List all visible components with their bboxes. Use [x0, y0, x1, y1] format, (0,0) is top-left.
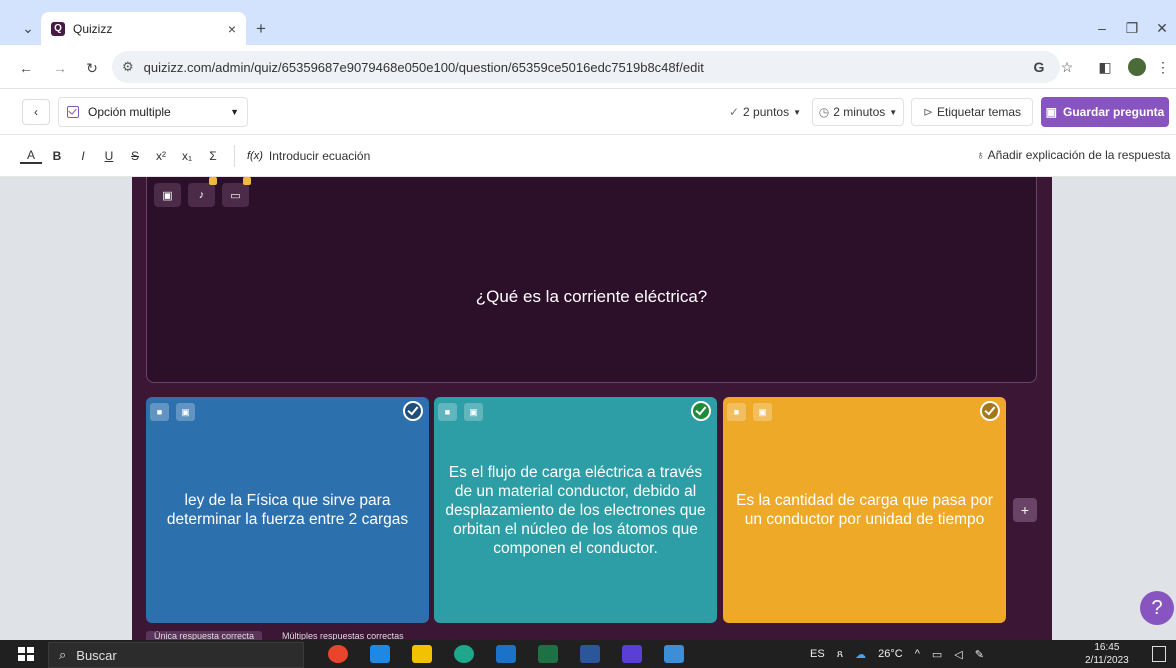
back-arrow-icon[interactable]: ← — [16, 58, 36, 78]
option-text[interactable]: Es la cantidad de carga que pasa por un … — [733, 397, 996, 623]
reload-icon[interactable]: ↻ — [82, 58, 102, 78]
chevron-down-icon: ▼ — [889, 107, 898, 117]
store-icon[interactable] — [370, 645, 390, 663]
add-option-button[interactable]: + — [1013, 498, 1037, 522]
question-text[interactable]: ¿Qué es la corriente eléctrica? — [146, 287, 1037, 307]
editor-back-button[interactable]: ‹ — [22, 99, 50, 125]
forward-arrow-icon[interactable]: → — [50, 58, 70, 78]
save-label: Guardar pregunta — [1062, 105, 1165, 119]
subscript-button[interactable]: x₁ — [176, 149, 198, 163]
excel-icon[interactable] — [538, 645, 558, 663]
option-text[interactable]: Es el flujo de carga eléctrica a través … — [444, 397, 707, 623]
taskbar-clock[interactable]: 16:45 2/11/2023 — [1085, 641, 1129, 667]
close-window-icon[interactable]: ✕ — [1152, 18, 1172, 38]
tab-search-icon[interactable]: ⌄ — [18, 18, 38, 38]
add-explanation-button[interactable]: ♁ Añadir explicación de la respuesta — [976, 148, 1170, 162]
weather-icon[interactable]: ☁ — [855, 648, 866, 661]
windows-start-icon[interactable] — [18, 647, 34, 661]
text-color-button[interactable]: A — [20, 148, 42, 164]
chrome-icon[interactable] — [328, 645, 348, 663]
notifications-icon[interactable] — [1152, 646, 1166, 662]
app-icon[interactable] — [622, 645, 642, 663]
function-icon: f(x) — [247, 149, 263, 162]
checkbox-icon — [67, 106, 79, 118]
image-upload-icon[interactable]: ▣ — [154, 183, 181, 207]
microphone-icon[interactable]: ♪ — [188, 183, 215, 207]
network-icon[interactable]: ▭ — [932, 648, 942, 661]
profile-avatar[interactable] — [1128, 58, 1146, 76]
file-explorer-icon[interactable] — [412, 645, 432, 663]
add-explanation-label: Añadir explicación de la respuesta — [987, 148, 1171, 162]
word-icon[interactable] — [580, 645, 600, 663]
underline-button[interactable]: U — [98, 149, 120, 163]
volume-icon[interactable]: ◁ — [954, 648, 962, 661]
question-type-label: Opción multiple — [88, 105, 171, 119]
tag-topics-label: Etiquetar temas — [937, 105, 1022, 119]
points-label: 2 puntos — [743, 105, 790, 119]
points-select[interactable]: ✓ 2 puntos ▼ — [724, 98, 806, 126]
tray-chevron-icon[interactable]: ^ — [915, 648, 920, 660]
search-placeholder: Buscar — [76, 647, 117, 663]
edge-icon[interactable] — [454, 645, 474, 663]
option-text[interactable]: ley de la Física que sirve para determin… — [156, 397, 419, 623]
search-icon: ⌕ — [59, 647, 67, 662]
pen-icon[interactable]: ✎ — [975, 648, 984, 661]
mail-icon[interactable] — [496, 645, 516, 663]
google-translate-icon[interactable]: G — [1030, 58, 1048, 76]
photos-icon[interactable] — [664, 645, 684, 663]
restore-icon[interactable]: ❐ — [1122, 18, 1142, 38]
superscript-button[interactable]: x² — [150, 149, 172, 163]
side-panel-icon[interactable]: ◧ — [1096, 58, 1114, 76]
browser-menu-icon[interactable]: ⋮ — [1156, 58, 1170, 76]
chevron-down-icon: ▼ — [230, 107, 239, 117]
tag-topics-button[interactable]: ⊳ Etiquetar temas — [911, 98, 1033, 126]
quizizz-favicon-icon: Q — [51, 21, 65, 36]
time-label: 2 minutos — [833, 105, 886, 119]
symbol-button[interactable]: Σ — [202, 149, 224, 163]
save-question-button[interactable]: ▣ Guardar pregunta — [1041, 97, 1169, 127]
tag-icon: ⊳ — [922, 105, 933, 119]
lightbulb-icon: ♁ — [976, 148, 988, 162]
answer-option-2[interactable]: ■ ▣ Es el flujo de carga eléctrica a tra… — [434, 397, 717, 623]
premium-badge-icon — [243, 177, 251, 185]
system-tray: ES ጸ ☁ 26°C ^ ▭ ◁ ✎ — [810, 640, 984, 668]
question-input-area[interactable] — [146, 177, 1037, 383]
clock-date: 2/11/2023 — [1085, 655, 1129, 666]
clock-time: 16:45 — [1094, 642, 1120, 653]
insert-equation-button[interactable]: Introducir ecuación — [269, 149, 370, 163]
chevron-down-icon: ▼ — [793, 107, 802, 117]
bookmark-star-icon[interactable]: ☆ — [1058, 58, 1076, 76]
question-type-select[interactable]: Opción multiple ▼ — [58, 97, 248, 127]
site-info-icon[interactable]: ⚙ — [122, 59, 134, 75]
premium-badge-icon — [209, 177, 217, 185]
language-indicator[interactable]: ES — [810, 648, 825, 660]
check-icon: ✓ — [728, 105, 740, 119]
toolbar-divider — [234, 144, 235, 167]
new-tab-icon[interactable]: + — [252, 19, 270, 38]
italic-button[interactable]: I — [72, 149, 94, 163]
close-tab-icon[interactable]: × — [228, 21, 236, 37]
bold-button[interactable]: B — [46, 149, 68, 163]
save-icon: ▣ — [1045, 105, 1057, 119]
taskbar-search-input[interactable]: ⌕ Buscar — [48, 642, 304, 668]
answer-option-1[interactable]: ■ ▣ ley de la Física que sirve para dete… — [146, 397, 429, 623]
weather-temp[interactable]: 26°C — [878, 648, 903, 660]
url-text: quizizz.com/admin/quiz/65359687e9079468e… — [143, 59, 704, 75]
help-button[interactable]: ? — [1140, 591, 1174, 625]
video-icon[interactable]: ▭ — [222, 183, 249, 207]
tab-title: Quizizz — [73, 21, 113, 36]
people-icon[interactable]: ጸ — [837, 648, 843, 661]
time-select[interactable]: ◷ 2 minutos ▼ — [812, 98, 904, 126]
minimize-icon[interactable]: – — [1092, 18, 1112, 38]
answer-option-3[interactable]: ■ ▣ Es la cantidad de carga que pasa por… — [723, 397, 1006, 623]
clock-icon: ◷ — [818, 105, 830, 119]
strikethrough-button[interactable]: S — [124, 149, 146, 163]
browser-tab[interactable]: Q Quizizz × — [41, 12, 246, 45]
url-input[interactable]: ⚙ quizizz.com/admin/quiz/65359687e907946… — [112, 51, 1060, 83]
